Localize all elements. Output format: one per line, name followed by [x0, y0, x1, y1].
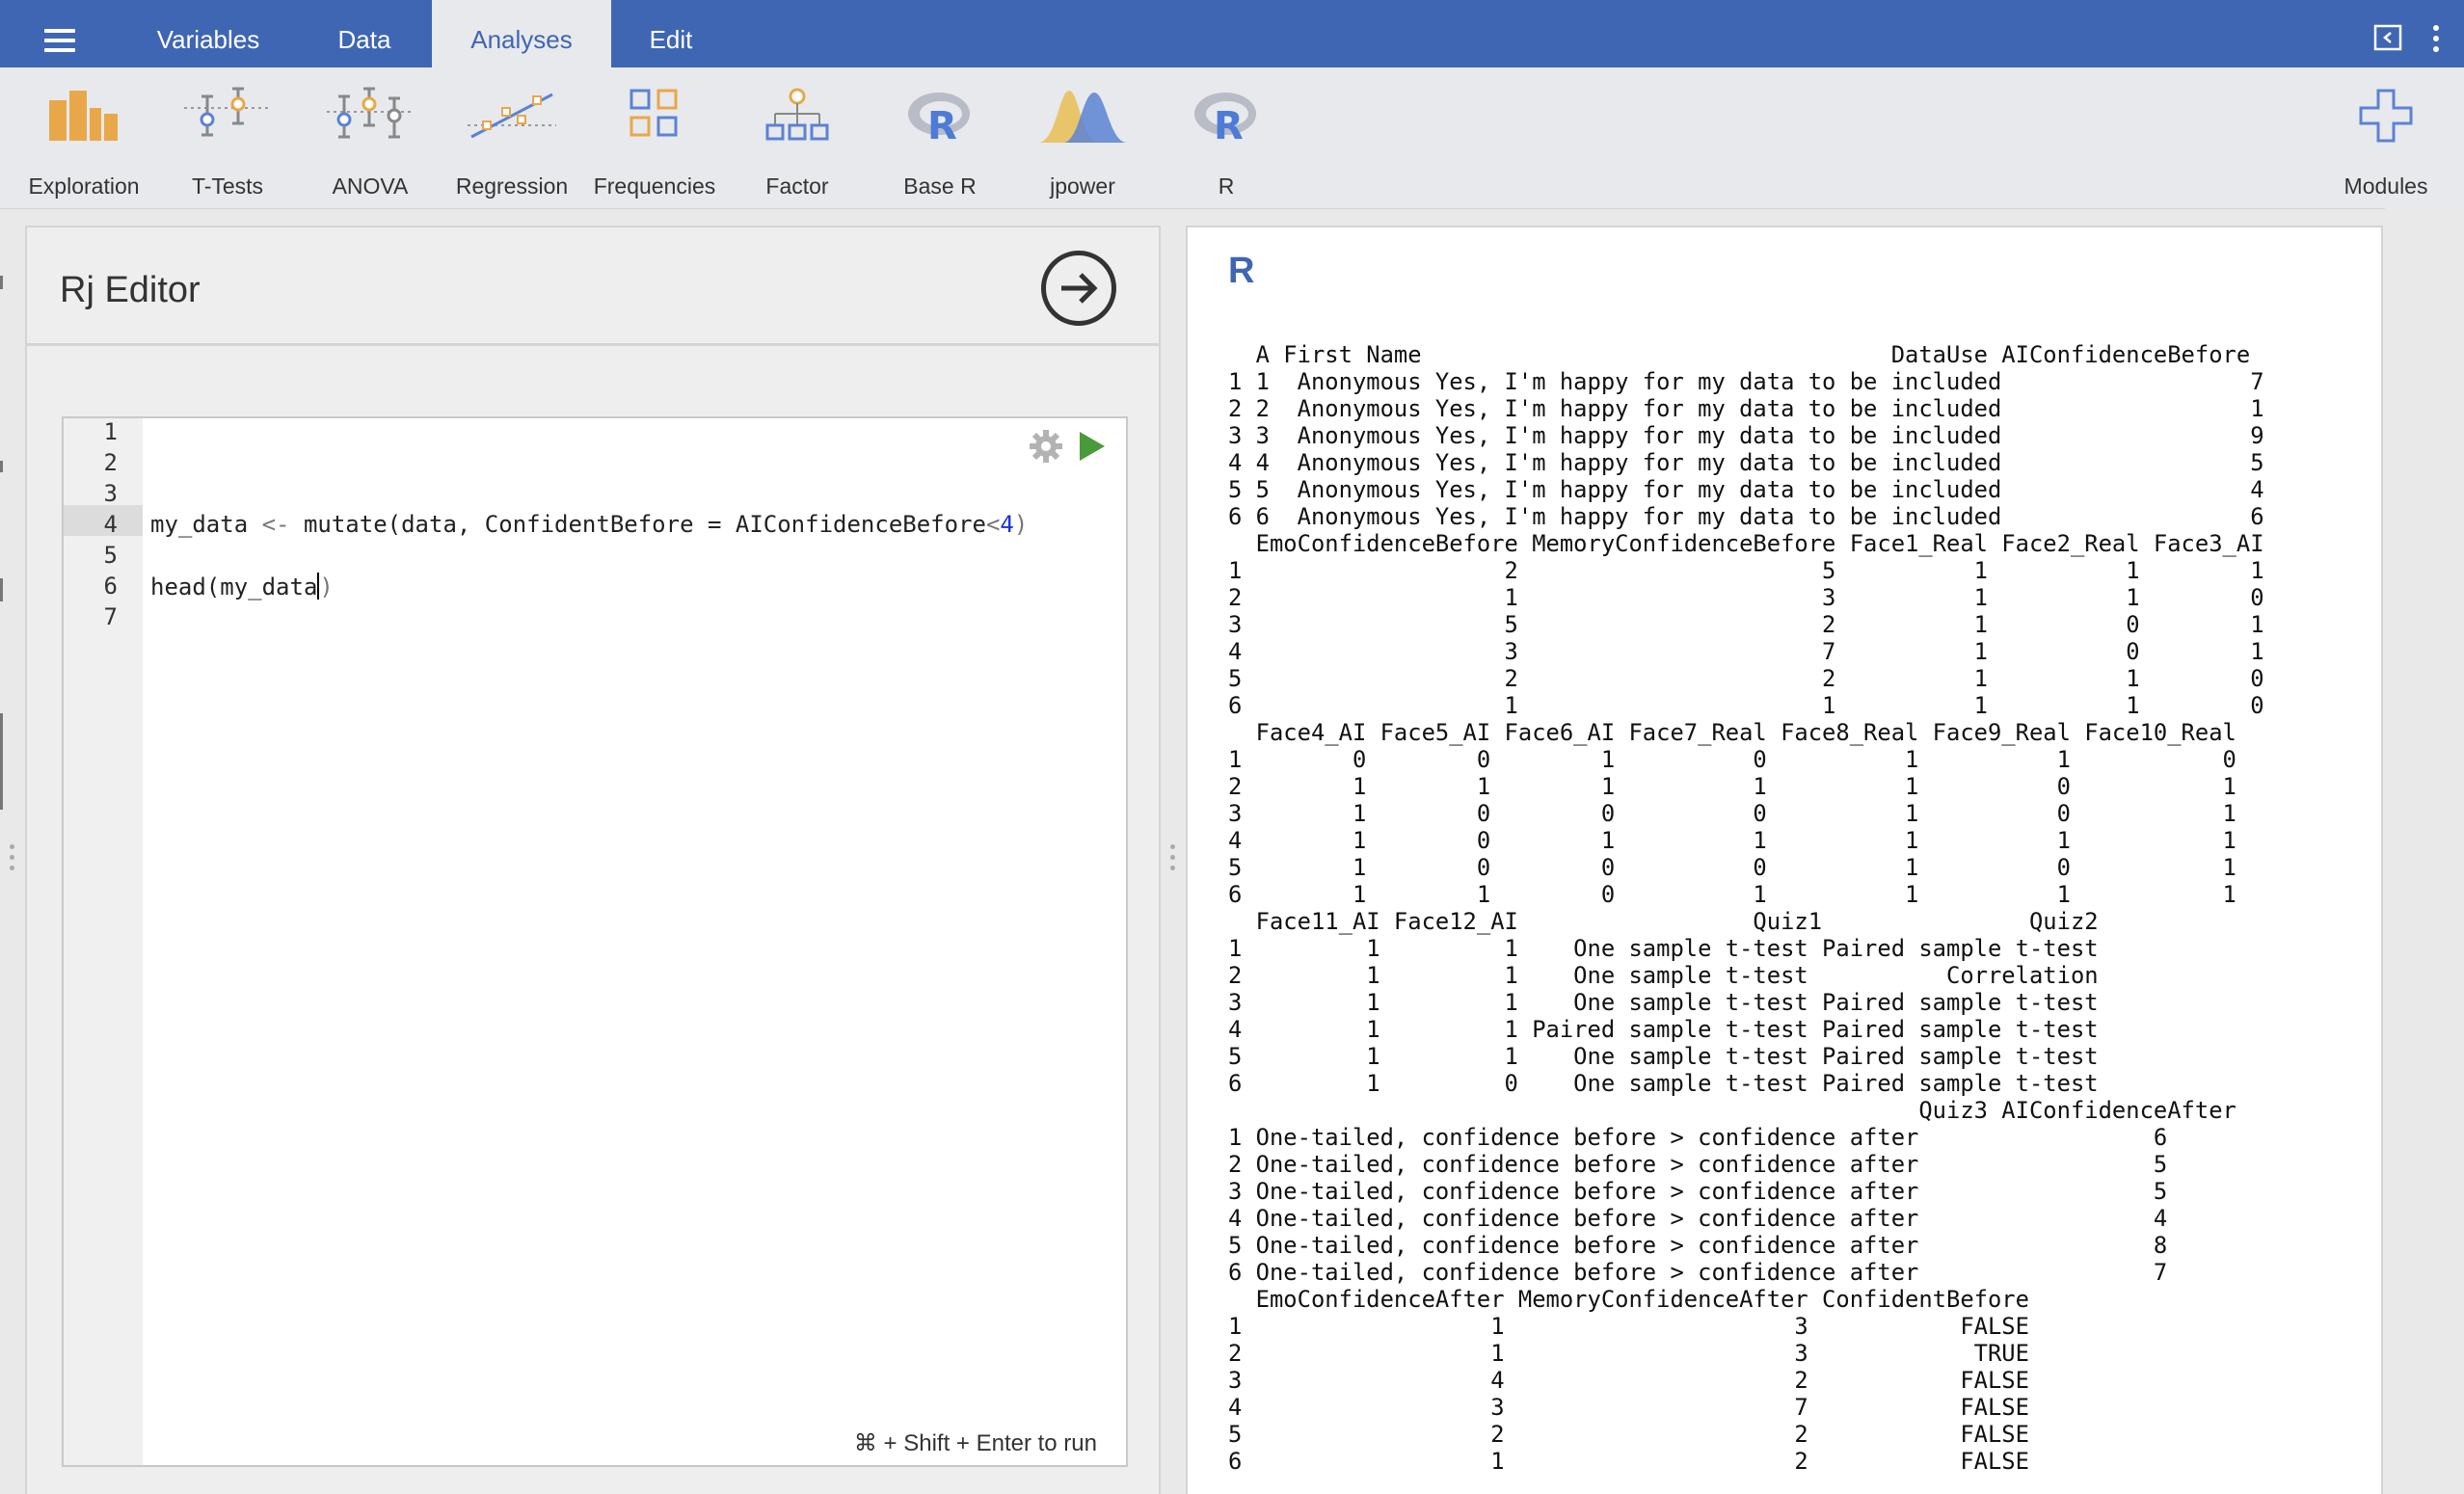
exploration-button[interactable]: Exploration [12, 87, 156, 202]
factor-label: Factor [765, 173, 829, 199]
line-number: 4 [103, 511, 118, 538]
close-paren: ) [319, 574, 334, 600]
modules-label: Modules [2343, 173, 2428, 199]
modules-button[interactable]: Modules [2314, 87, 2458, 202]
tab-edit[interactable]: Edit [627, 0, 715, 67]
jpower-button[interactable]: jpower [1010, 87, 1155, 202]
factor-icon [765, 88, 829, 141]
r-logo-icon: R [908, 93, 970, 145]
jpower-label: jpower [1050, 173, 1115, 199]
r-button[interactable]: R R [1154, 87, 1299, 202]
regression-icon [468, 93, 556, 139]
exploration-bars-icon [49, 91, 118, 141]
tab-data[interactable]: Data [307, 0, 422, 67]
less-than-operator: < [985, 511, 1001, 538]
edge-mark [0, 276, 3, 289]
line-number: 1 [103, 418, 118, 445]
edge-mark [0, 578, 3, 601]
line-number: 6 [103, 573, 118, 600]
line-number: 2 [103, 449, 118, 476]
results-heading: R [1228, 251, 1255, 291]
plus-icon [2359, 89, 2413, 143]
play-icon[interactable] [1078, 430, 1107, 467]
run-arrow-button[interactable] [1041, 251, 1116, 326]
svg-text:R: R [1214, 104, 1244, 145]
t-tests-icon [184, 87, 271, 137]
code-line-6: head(my_data) [150, 573, 334, 600]
r-logo-icon: R [1194, 93, 1256, 145]
number-literal: 4 [1000, 511, 1014, 538]
rj-editor-panel: Rj Editor 1 2 3 4 5 6 7 my_data <- mutat… [25, 226, 1161, 1494]
more-options-icon[interactable] [2429, 23, 2443, 54]
anova-icon [327, 87, 414, 139]
regression-button[interactable]: Regression [440, 87, 584, 202]
anova-button[interactable]: ANOVA [298, 87, 442, 202]
line-number: 3 [103, 480, 118, 507]
factor-button[interactable]: Factor [725, 87, 870, 202]
analyses-ribbon: Exploration T-Tests ANOVA Regression Fre… [0, 67, 2464, 209]
frequencies-button[interactable]: Frequencies [582, 87, 727, 202]
regression-label: Regression [455, 173, 569, 199]
editor-title: Rj Editor [60, 270, 201, 310]
run-shortcut-hint: ⌘ + Shift + Enter to run [853, 1430, 1097, 1456]
exploration-label: Exploration [28, 173, 140, 199]
right-gutter [2385, 208, 2464, 1494]
tab-variables[interactable]: Variables [135, 0, 281, 67]
gear-icon[interactable] [1028, 428, 1064, 469]
hamburger-menu-icon[interactable] [35, 21, 85, 60]
middle-splitter-handle[interactable] [1170, 844, 1176, 877]
editor-divider [27, 343, 1161, 346]
assign-operator: <- [261, 511, 290, 538]
code-token: head(my_data [150, 574, 318, 600]
jpower-curve-icon [1038, 91, 1127, 143]
r-console-output: A First Name DataUse AIConfidenceBefore … [1228, 341, 2264, 1475]
line-number: 7 [103, 603, 118, 630]
code-token: my_data [150, 511, 262, 538]
t-tests-label: T-Tests [191, 173, 264, 199]
code-line-4: my_data <- mutate(data, ConfidentBefore … [150, 511, 1028, 538]
frequencies-icon [629, 89, 678, 137]
base-r-button[interactable]: R Base R [868, 87, 1012, 202]
code-editor[interactable]: 1 2 3 4 5 6 7 my_data <- mutate(data, Co… [62, 416, 1128, 1467]
results-panel: R A First Name DataUse AIConfidenceBefor… [1186, 226, 2383, 1494]
svg-text:R: R [927, 104, 957, 145]
line-number-gutter: 1 2 3 4 5 6 7 [64, 418, 143, 1465]
r-label: R [1218, 173, 1235, 199]
tab-analyses[interactable]: Analyses [432, 0, 611, 67]
collapse-panel-icon[interactable] [2373, 23, 2402, 54]
left-splitter-handle[interactable] [10, 844, 15, 877]
top-menu-bar: Variables Data Analyses Edit [0, 0, 2464, 67]
edge-mark [0, 713, 3, 810]
anova-label: ANOVA [332, 173, 409, 199]
t-tests-button[interactable]: T-Tests [155, 87, 300, 202]
close-paren: ) [1013, 511, 1029, 538]
code-token: mutate(data, ConfidentBefore = AIConfide… [289, 511, 986, 538]
arrow-right-icon [1061, 273, 1098, 304]
frequencies-label: Frequencies [593, 173, 716, 199]
line-number: 5 [103, 542, 118, 569]
base-r-label: Base R [903, 173, 977, 199]
edge-mark [0, 461, 3, 472]
